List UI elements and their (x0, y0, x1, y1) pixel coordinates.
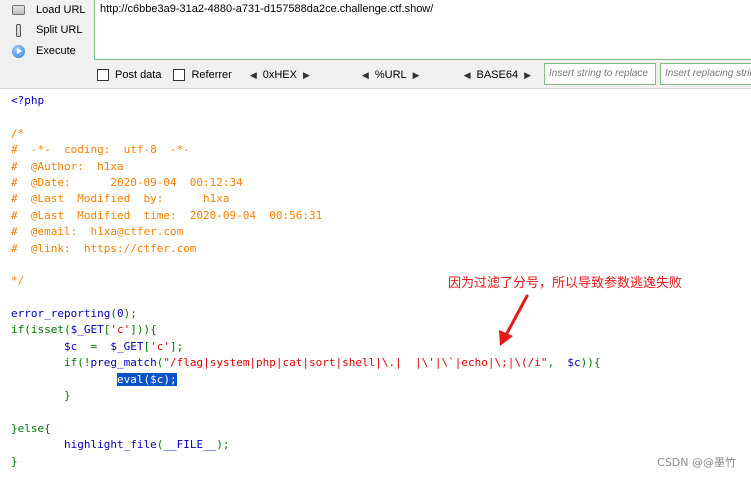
csdn-watermark: CSDN @@墨竹 (657, 456, 736, 469)
annotation-arrow-icon (499, 294, 529, 346)
